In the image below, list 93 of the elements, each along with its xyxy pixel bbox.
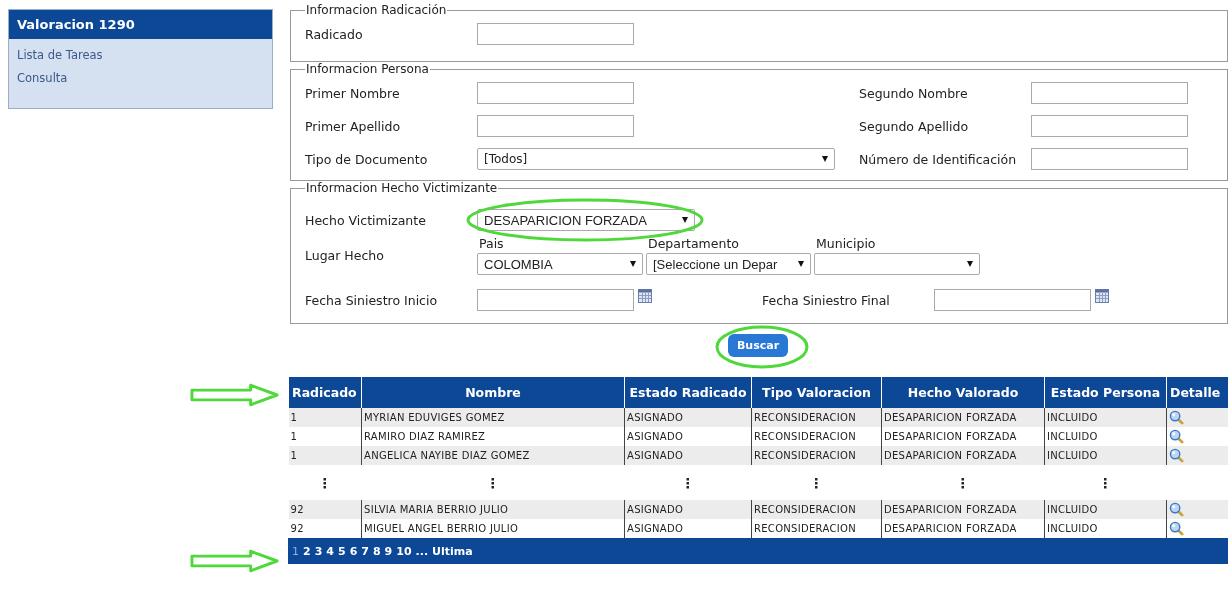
- table-cell: SILVIA MARIA BERRIO JULIO: [361, 500, 625, 519]
- field-label: Radicado: [305, 26, 364, 42]
- field-label: Primer Apellido: [305, 118, 402, 134]
- table-cell: 1: [288, 408, 362, 427]
- table-cell: ANGELICA NAYIBE DIAZ GOMEZ: [361, 446, 625, 465]
- page-link[interactable]: 10: [396, 544, 412, 558]
- calendar-icon[interactable]: [638, 289, 652, 303]
- field-label: Pais: [478, 236, 505, 251]
- table-cell: INCLUIDO: [1044, 446, 1167, 465]
- page-link[interactable]: 8: [372, 544, 381, 558]
- column-header: Nombre: [361, 377, 625, 408]
- ellipsis-mark: ⋮: [751, 465, 882, 500]
- fieldset-legend: Informacion Hecho Victimizante: [305, 181, 499, 195]
- column-header: Detalle: [1166, 377, 1228, 408]
- dropdown[interactable]: [Todos]: [477, 148, 835, 170]
- field-label: Municipio: [815, 236, 877, 251]
- search-icon[interactable]: [1169, 429, 1184, 444]
- column-header: Tipo Valoracion: [751, 377, 882, 408]
- dropdown[interactable]: [814, 253, 980, 275]
- column-header: Estado Persona: [1044, 377, 1167, 408]
- date-field[interactable]: [477, 289, 634, 311]
- field-label: Fecha Siniestro Final: [762, 292, 891, 308]
- search-icon[interactable]: [1169, 448, 1184, 463]
- table-cell: MYRIAN EDUVIGES GOMEZ: [361, 408, 625, 427]
- arrow-icon: [190, 383, 280, 407]
- input-field[interactable]: [1031, 82, 1188, 104]
- table-cell: 1: [288, 427, 362, 446]
- table-cell: DESAPARICION FORZADA: [881, 446, 1045, 465]
- page-link[interactable]: 7: [361, 544, 369, 558]
- search-button[interactable]: Buscar: [727, 334, 789, 357]
- input-field[interactable]: [1031, 148, 1188, 170]
- input-field[interactable]: [477, 23, 634, 45]
- page-link[interactable]: 2: [303, 544, 311, 558]
- field-label: Lugar Hecho: [305, 248, 385, 263]
- page-link[interactable]: 9: [384, 544, 393, 558]
- input-field[interactable]: [477, 82, 634, 104]
- input-field[interactable]: [1031, 115, 1188, 137]
- field-label: Tipo de Documento: [305, 151, 429, 167]
- table-cell: RECONSIDERACION: [751, 446, 882, 465]
- column-header: Hecho Valorado: [881, 377, 1045, 408]
- dropdown[interactable]: COLOMBIA: [477, 253, 643, 275]
- table-cell: RECONSIDERACION: [751, 500, 882, 519]
- field-label: Fecha Siniestro Inicio: [305, 292, 439, 308]
- dropdown[interactable]: [Seleccione un Depar: [646, 253, 811, 275]
- table-cell: ASIGNADO: [624, 408, 752, 427]
- fieldset-legend: Informacion Persona: [305, 62, 430, 76]
- search-icon[interactable]: [1169, 502, 1184, 517]
- page-link[interactable]: Ultima: [432, 544, 473, 558]
- table-cell: 92: [288, 519, 362, 538]
- ellipsis-mark: ⋮: [288, 465, 362, 500]
- table-cell: RECONSIDERACION: [751, 408, 882, 427]
- date-field[interactable]: [934, 289, 1091, 311]
- page-link[interactable]: 3: [314, 544, 323, 558]
- sidebar-link[interactable]: Lista de Tareas: [17, 48, 264, 62]
- table-cell: INCLUIDO: [1044, 500, 1167, 519]
- table-cell: INCLUIDO: [1044, 408, 1167, 427]
- ellipsis-mark: ⋮: [361, 465, 625, 500]
- table-cell: ASIGNADO: [624, 446, 752, 465]
- caret-icon: [967, 261, 973, 267]
- field-label: Segundo Nombre: [859, 85, 969, 101]
- field-label: Hecho Victimizante: [305, 212, 427, 228]
- table-cell: 92: [288, 500, 362, 519]
- table-cell: DESAPARICION FORZADA: [881, 408, 1045, 427]
- sidebar-link[interactable]: Consulta: [17, 71, 264, 85]
- sidebar-title: Valoracion 1290: [9, 10, 272, 39]
- search-icon[interactable]: [1169, 410, 1184, 425]
- field-label: Departamento: [647, 236, 740, 251]
- caret-icon: [682, 217, 688, 223]
- ellipsis-mark: ⋮: [1044, 465, 1167, 500]
- page-link[interactable]: 6: [349, 544, 358, 558]
- table-cell: ASIGNADO: [624, 500, 752, 519]
- page-link[interactable]: 1: [292, 544, 299, 558]
- field-label: Número de Identificación: [859, 151, 1018, 167]
- calendar-icon[interactable]: [1095, 289, 1109, 303]
- ellipsis-mark: ⋮: [881, 465, 1045, 500]
- page-link[interactable]: 4: [326, 544, 334, 558]
- table-cell: DESAPARICION FORZADA: [881, 500, 1045, 519]
- search-icon[interactable]: [1169, 521, 1184, 536]
- fieldset-legend: Informacion Radicación: [305, 3, 448, 17]
- ellipsis-mark: ⋮: [624, 465, 752, 500]
- input-field[interactable]: [477, 115, 634, 137]
- page-link[interactable]: 5: [337, 544, 346, 558]
- column-header: Estado Radicado: [624, 377, 752, 408]
- table-cell: 1: [288, 446, 362, 465]
- arrow-icon: [190, 549, 280, 573]
- field-label: Primer Nombre: [305, 85, 401, 101]
- dropdown[interactable]: DESAPARICION FORZADA: [477, 209, 695, 231]
- field-label: Segundo Apellido: [859, 118, 970, 134]
- column-header: Radicado: [288, 377, 362, 408]
- caret-icon: [822, 156, 828, 162]
- caret-icon: [630, 261, 636, 267]
- caret-icon: [798, 261, 804, 267]
- page-link[interactable]: ...: [415, 544, 429, 558]
